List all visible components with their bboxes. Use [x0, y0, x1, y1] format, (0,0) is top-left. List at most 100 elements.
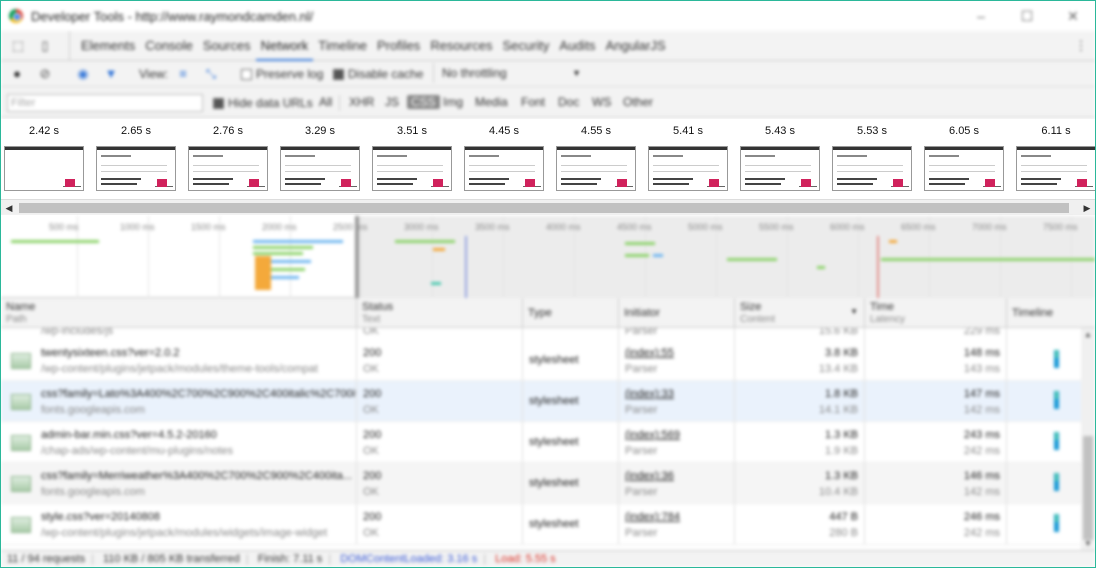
request-name[interactable]: style.css?ver=20140808: [41, 511, 160, 523]
frame-thumbnail[interactable]: [648, 146, 728, 191]
request-name[interactable]: admin-bar.min.css?ver=4.5.2-20160: [41, 429, 217, 441]
record-icon[interactable]: ●: [9, 66, 25, 82]
filmstrip-frame[interactable]: 2.76 s: [186, 119, 270, 191]
frame-thumbnail[interactable]: [464, 146, 544, 191]
filter-type-ws[interactable]: WS: [592, 95, 611, 109]
scroll-down-icon[interactable]: ▼: [1084, 539, 1092, 548]
minimize-button[interactable]: –: [967, 5, 995, 27]
filter-type-font[interactable]: Font: [521, 95, 545, 109]
table-row[interactable]: /wp-includes/js OK Parser 15.6 KB 229 ms: [1, 328, 1081, 340]
filter-icon[interactable]: ▼: [103, 66, 119, 82]
filter-type-doc[interactable]: Doc: [558, 95, 579, 109]
filter-type-other[interactable]: Other: [623, 95, 653, 109]
disable-cache-checkbox[interactable]: Disable cache: [333, 67, 423, 81]
table-row[interactable]: css?family=Lato%3A400%2C700%2C900%2C400i…: [1, 381, 1081, 422]
checkbox-box[interactable]: [333, 68, 344, 80]
column-header-name[interactable]: Name Path: [1, 298, 357, 328]
device-mode-icon[interactable]: ▯: [37, 38, 53, 54]
request-name[interactable]: css?family=Lato%3A400%2C700%2C900%2C400i…: [41, 388, 356, 400]
frame-thumbnail[interactable]: [556, 146, 636, 191]
frame-thumbnail[interactable]: [372, 146, 452, 191]
column-header-timeline[interactable]: Timeline: [1007, 298, 1095, 328]
frame-thumbnail[interactable]: [832, 146, 912, 191]
clear-icon[interactable]: ⊘: [37, 66, 53, 82]
frame-thumbnail[interactable]: [4, 146, 84, 191]
scroll-up-icon[interactable]: ▲: [1084, 330, 1092, 339]
request-name[interactable]: css?family=Merriweather%3A400%2C700%2C90…: [41, 470, 352, 482]
filmstrip-frame[interactable]: 6.11 s: [1014, 119, 1095, 191]
tab-profiles[interactable]: Profiles: [372, 31, 425, 61]
tab-elements[interactable]: Elements: [76, 31, 140, 61]
preserve-log-checkbox[interactable]: Preserve log: [241, 67, 323, 81]
filmstrip-frame[interactable]: 4.45 s: [462, 119, 546, 191]
scroll-right-icon[interactable]: ▶: [1081, 202, 1093, 214]
filmstrip-frame[interactable]: 5.41 s: [646, 119, 730, 191]
filter-type-img[interactable]: Img: [443, 95, 463, 109]
frame-thumbnail[interactable]: [924, 146, 1004, 191]
tab-security[interactable]: Security: [497, 31, 554, 61]
column-header-type[interactable]: Type: [523, 298, 619, 328]
column-header-size[interactable]: Size Content ▼: [735, 298, 865, 328]
table-row[interactable]: admin-bar.min.css?ver=4.5.2-20160/chap-a…: [1, 422, 1081, 463]
filter-input[interactable]: Filter: [7, 94, 203, 112]
dom-content-loaded-marker: [465, 236, 467, 298]
column-header-status[interactable]: Status Text: [357, 298, 523, 328]
tab-sources[interactable]: Sources: [198, 31, 256, 61]
initiator-link[interactable]: (index):55: [625, 347, 674, 359]
filmstrip-frame[interactable]: 4.55 s: [554, 119, 638, 191]
name-cell: admin-bar.min.css?ver=4.5.2-20160/chap-a…: [1, 422, 357, 463]
maximize-button[interactable]: ☐: [1013, 5, 1041, 27]
overview-icon[interactable]: ⤡: [203, 66, 219, 82]
filmstrip-frame[interactable]: 5.43 s: [738, 119, 822, 191]
scroll-left-icon[interactable]: ◀: [3, 202, 15, 214]
tab-timeline[interactable]: Timeline: [313, 31, 372, 61]
filmstrip-frame[interactable]: 3.51 s: [370, 119, 454, 191]
filter-type-all[interactable]: All: [319, 95, 332, 109]
hide-data-urls-checkbox[interactable]: Hide data URLs: [213, 96, 313, 110]
initiator-link[interactable]: (index):36: [625, 470, 674, 482]
column-header-time[interactable]: Time Latency: [865, 298, 1007, 328]
filter-type-css[interactable]: CSS: [407, 95, 440, 109]
inspect-element-icon[interactable]: ⬚: [10, 38, 26, 54]
frame-thumbnail[interactable]: [1016, 146, 1095, 191]
table-row[interactable]: style.css?ver=20140808/wp-content/plugin…: [1, 504, 1081, 545]
timeline-overview[interactable]: 500 ms 1000 ms 1500 ms 2000 ms 2500 ms 3000 m…: [1, 216, 1095, 298]
initiator-link[interactable]: (index):784: [625, 511, 680, 523]
initiator-link[interactable]: (index):33: [625, 388, 674, 400]
scrollbar-thumb[interactable]: [1083, 436, 1093, 540]
initiator-link[interactable]: (index):569: [625, 429, 680, 441]
table-scrollbar[interactable]: ▲ ▼: [1081, 328, 1095, 550]
filmstrip-frame[interactable]: 2.42 s: [2, 119, 86, 191]
tab-network[interactable]: Network: [255, 31, 314, 61]
tab-resources[interactable]: Resources: [425, 31, 497, 61]
filmstrip-frame[interactable]: 6.05 s: [922, 119, 1006, 191]
tab-audits[interactable]: Audits: [554, 31, 600, 61]
tab-console[interactable]: Console: [140, 31, 198, 61]
capture-screenshots-icon[interactable]: ◉: [75, 66, 91, 82]
frame-thumbnail[interactable]: [188, 146, 268, 191]
column-header-initiator[interactable]: Initiator: [619, 298, 735, 328]
filter-type-xhr[interactable]: XHR: [349, 95, 374, 109]
filter-type-js[interactable]: JS: [385, 95, 399, 109]
window-title: Developer Tools - http://www.raymondcamd…: [31, 9, 314, 24]
large-rows-icon[interactable]: ≡: [175, 66, 191, 82]
frame-thumbnail[interactable]: [96, 146, 176, 191]
scrollbar-thumb[interactable]: [19, 203, 1069, 213]
filmstrip-frame[interactable]: 5.53 s: [830, 119, 914, 191]
table-row[interactable]: twentysixteen.css?ver=2.0.2/wp-content/p…: [1, 340, 1081, 381]
tab-angularjs[interactable]: AngularJS: [601, 31, 671, 61]
frame-thumbnail[interactable]: [740, 146, 820, 191]
close-button[interactable]: ✕: [1059, 5, 1087, 27]
more-menu-icon[interactable]: ⋮: [1073, 38, 1089, 54]
filmstrip-frame[interactable]: 2.65 s: [94, 119, 178, 191]
table-row[interactable]: css?family=Merriweather%3A400%2C700%2C90…: [1, 463, 1081, 504]
filmstrip-scrollbar[interactable]: ◀ ▶: [1, 199, 1095, 215]
filmstrip-frame[interactable]: 3.29 s: [278, 119, 362, 191]
window-left-handle[interactable]: [355, 216, 359, 298]
request-name[interactable]: twentysixteen.css?ver=2.0.2: [41, 347, 180, 359]
checkbox-box[interactable]: [213, 97, 224, 109]
filter-type-media[interactable]: Media: [475, 95, 508, 109]
checkbox-box[interactable]: [241, 68, 252, 80]
frame-thumbnail[interactable]: [280, 146, 360, 191]
throttling-select[interactable]: No throttling ▼: [433, 63, 581, 83]
